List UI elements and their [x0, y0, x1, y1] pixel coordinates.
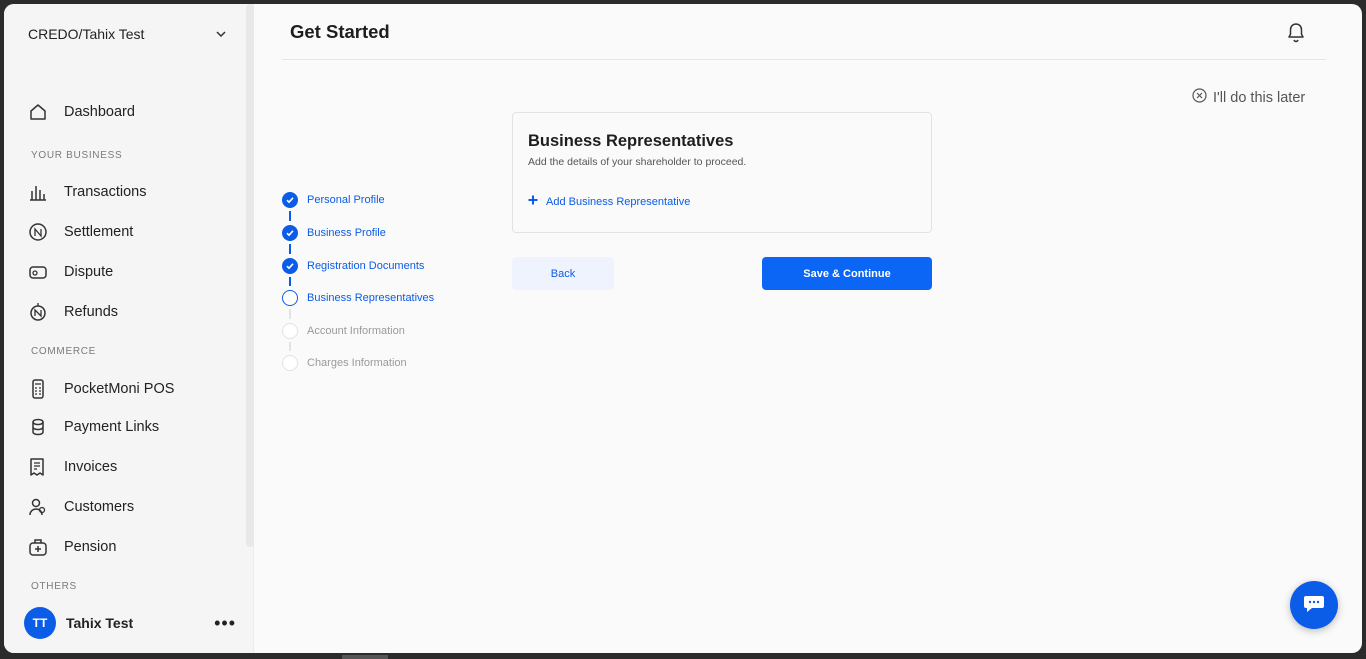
- business-representatives-card: Business Representatives Add the details…: [512, 112, 932, 233]
- sidebar-item-refunds[interactable]: Refunds: [26, 298, 236, 326]
- step-connector: [289, 211, 291, 221]
- step-label: Business Profile: [307, 227, 386, 239]
- step-label: Charges Information: [307, 357, 407, 369]
- sidebar-item-label: Customers: [64, 499, 135, 515]
- bar-chart-icon: [26, 180, 50, 204]
- step-connector: [289, 342, 291, 351]
- sidebar-item-label: Settlement: [64, 224, 134, 240]
- sidebar-item-label: PocketMoni POS: [64, 381, 175, 397]
- sidebar-item-pension[interactable]: Pension: [26, 533, 236, 561]
- notification-bell-icon[interactable]: [1286, 22, 1308, 44]
- check-icon: [282, 192, 298, 208]
- sidebar-item-label: Invoices: [64, 459, 118, 475]
- step-label: Registration Documents: [307, 260, 425, 272]
- sidebar-item-payment-links[interactable]: Payment Links: [26, 413, 236, 441]
- invoice-icon: [26, 455, 50, 479]
- users-icon: [26, 495, 50, 519]
- step-business-representatives[interactable]: Business Representatives: [282, 289, 434, 307]
- sidebar-item-pos[interactable]: PocketMoni POS: [26, 375, 236, 403]
- skip-label: I'll do this later: [1213, 89, 1306, 106]
- card-subtitle: Add the details of your shareholder to p…: [528, 156, 747, 168]
- skip-button[interactable]: I'll do this later: [1192, 88, 1305, 107]
- settlement-icon: [26, 220, 50, 244]
- step-account-information: Account Information: [282, 322, 405, 340]
- check-icon: [282, 258, 298, 274]
- section-title-others: OTHERS: [31, 581, 77, 592]
- step-registration-documents[interactable]: Registration Documents: [282, 257, 424, 275]
- current-step-icon: [282, 290, 298, 306]
- sidebar-item-transactions[interactable]: Transactions: [26, 178, 236, 206]
- more-options-button[interactable]: •••: [214, 613, 236, 634]
- step-charges-information: Charges Information: [282, 354, 407, 372]
- back-button[interactable]: Back: [512, 257, 614, 290]
- home-icon: [26, 100, 50, 124]
- medical-bag-icon: [26, 535, 50, 559]
- sidebar-scrollbar[interactable]: [246, 4, 254, 547]
- user-profile[interactable]: TT Tahix Test •••: [24, 606, 236, 640]
- step-personal-profile[interactable]: Personal Profile: [282, 191, 385, 209]
- page-title: Get Started: [290, 21, 390, 42]
- sidebar-item-label: Transactions: [64, 184, 147, 200]
- pos-terminal-icon: [26, 377, 50, 401]
- card-title: Business Representatives: [528, 132, 734, 150]
- step-connector: [289, 309, 291, 319]
- sidebar-item-dashboard[interactable]: Dashboard: [26, 98, 236, 126]
- org-name: CREDO/Tahix Test: [28, 26, 145, 42]
- add-representative-button[interactable]: Add Business Representative: [528, 195, 690, 208]
- check-icon: [282, 225, 298, 241]
- chat-bubble-icon: [1303, 593, 1325, 618]
- sidebar-item-settlement[interactable]: Settlement: [26, 218, 236, 246]
- header-divider: [282, 59, 1326, 60]
- refund-icon: [26, 300, 50, 324]
- sidebar-item-label: Refunds: [64, 304, 119, 320]
- dispute-icon: [26, 260, 50, 284]
- add-representative-label: Add Business Representative: [546, 195, 691, 208]
- step-connector: [289, 277, 291, 286]
- step-business-profile[interactable]: Business Profile: [282, 224, 386, 242]
- avatar: TT: [24, 607, 56, 639]
- step-connector: [289, 244, 291, 254]
- user-name: Tahix Test: [66, 615, 134, 631]
- app-window: CREDO/Tahix Test Dashboard YOUR BUSINESS…: [4, 4, 1362, 653]
- chat-support-button[interactable]: [1290, 581, 1338, 629]
- sidebar-item-dispute[interactable]: Dispute: [26, 258, 236, 286]
- pending-step-icon: [282, 323, 298, 339]
- pending-step-icon: [282, 355, 298, 371]
- window-edge-indicator: [342, 655, 388, 659]
- sidebar-item-label: Dispute: [64, 264, 114, 280]
- sidebar-item-customers[interactable]: Customers: [26, 493, 236, 521]
- step-label: Business Representatives: [307, 292, 435, 304]
- sidebar-item-invoices[interactable]: Invoices: [26, 453, 236, 481]
- close-circle-icon: [1192, 88, 1207, 107]
- sidebar-item-label: Payment Links: [64, 419, 160, 435]
- chevron-down-icon: [214, 27, 228, 41]
- sidebar-item-label: Pension: [64, 539, 117, 555]
- save-continue-button[interactable]: Save & Continue: [762, 257, 932, 290]
- section-title-your-business: YOUR BUSINESS: [31, 150, 123, 161]
- org-switcher[interactable]: CREDO/Tahix Test: [28, 24, 228, 44]
- plus-icon: [528, 195, 538, 208]
- section-title-commerce: COMMERCE: [31, 346, 97, 357]
- sidebar: CREDO/Tahix Test Dashboard YOUR BUSINESS…: [4, 4, 254, 653]
- sidebar-item-label: Dashboard: [64, 104, 135, 120]
- coins-icon: [26, 415, 50, 439]
- step-label: Personal Profile: [307, 194, 385, 206]
- step-label: Account Information: [307, 325, 405, 337]
